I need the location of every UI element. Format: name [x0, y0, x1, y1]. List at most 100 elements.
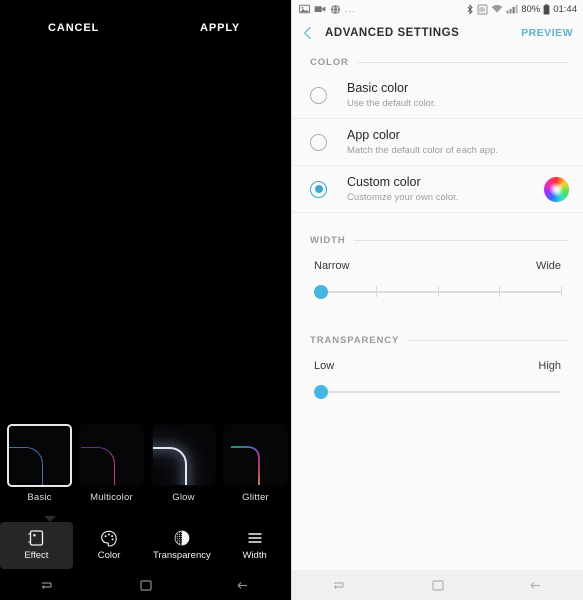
mode-label: Color	[97, 550, 121, 561]
dual-screenshot: CANCEL APPLY Basic Multicolor Glow Glitt…	[0, 0, 583, 600]
effect-thumbnail-multicolor[interactable]: Multicolor	[79, 424, 144, 503]
effect-label: Multicolor	[90, 492, 133, 503]
radio-button-custom-color[interactable]	[310, 180, 327, 198]
battery-percent-label: 80%	[521, 3, 541, 15]
wifi-icon	[491, 4, 503, 13]
advanced-settings-panel: ... 80% 01:44 ADVANCED SETTINGS PREVIEW …	[291, 0, 583, 600]
video-icon	[314, 6, 326, 12]
option-row-custom-color[interactable]: Custom color Customize your own color.	[292, 166, 583, 213]
edge-lighting-editor-panel: CANCEL APPLY Basic Multicolor Glow Glitt…	[0, 0, 291, 600]
palette-icon	[99, 529, 119, 547]
option-row-basic-color[interactable]: Basic color Use the default color.	[292, 72, 583, 119]
option-text: App color Match the default color of eac…	[347, 128, 498, 156]
thumbnail-canvas	[153, 426, 214, 485]
signal-icon	[506, 5, 518, 14]
thumbnail-image-basic[interactable]	[7, 424, 72, 487]
slider-tick	[375, 286, 377, 297]
width-slider[interactable]	[314, 285, 562, 299]
recents-icon[interactable]	[330, 577, 352, 593]
section-divider	[407, 340, 569, 341]
clock-label: 01:44	[553, 3, 577, 15]
status-bar: ... 80% 01:44	[292, 0, 583, 18]
mode-label: Transparency	[153, 550, 211, 561]
slider-tick	[499, 286, 501, 297]
system-status-icons: 80% 01:44	[466, 4, 577, 15]
width-min-label: Narrow	[314, 260, 350, 272]
effect-thumbnail-glitter[interactable]: Glitter	[223, 424, 288, 503]
section-divider	[353, 240, 569, 241]
mode-label: Width	[242, 550, 267, 561]
option-text: Basic color Use the default color.	[347, 81, 436, 109]
thumbnail-canvas	[225, 426, 286, 485]
section-header-color: COLOR	[292, 48, 583, 72]
option-subtitle: Customize your own color.	[347, 192, 459, 203]
back-arrow-icon[interactable]	[232, 577, 254, 593]
preview-button[interactable]: PREVIEW	[521, 27, 573, 39]
recents-icon[interactable]	[38, 577, 60, 593]
option-row-app-color[interactable]: App color Match the default color of eac…	[292, 119, 583, 166]
apply-button[interactable]: APPLY	[200, 22, 240, 34]
mode-button-color[interactable]: Color	[73, 522, 146, 569]
back-chevron-icon[interactable]	[300, 25, 316, 41]
width-slider-block: Narrow Wide	[292, 250, 583, 305]
transparency-slider[interactable]	[314, 385, 561, 399]
edge-curve-icon	[153, 447, 187, 485]
effect-thumbnail-glow[interactable]: Glow	[151, 424, 216, 503]
cancel-button[interactable]: CANCEL	[48, 22, 99, 34]
slider-thumb[interactable]	[314, 385, 328, 399]
slider-thumb[interactable]	[314, 285, 328, 299]
section-header-width: WIDTH	[292, 213, 583, 250]
slider-track	[314, 391, 561, 393]
edge-curve-icon	[81, 447, 115, 485]
half-filled-circle-icon	[172, 529, 192, 547]
effect-label: Glow	[172, 492, 195, 503]
mode-label: Effect	[24, 550, 49, 561]
notification-icons: ...	[299, 4, 356, 15]
bluetooth-icon	[467, 3, 473, 15]
section-title: COLOR	[310, 57, 349, 68]
option-subtitle: Match the default color of each app.	[347, 145, 499, 156]
thumbnail-image-glow[interactable]	[151, 424, 216, 487]
transparency-max-label: High	[538, 360, 561, 372]
home-square-icon[interactable]	[135, 577, 157, 593]
option-title: App color	[347, 128, 400, 142]
transparency-slider-block: Low High	[292, 350, 583, 405]
option-text: Custom color Customize your own color.	[347, 175, 458, 203]
battery-icon	[543, 3, 550, 14]
home-square-icon[interactable]	[427, 577, 449, 593]
nfc-icon	[477, 4, 488, 14]
slider-tick	[561, 286, 562, 297]
slider-tick	[437, 286, 439, 297]
effect-label: Glitter	[242, 492, 269, 503]
edge-curve-icon	[231, 446, 260, 485]
effect-thumbnail-strip: Basic Multicolor Glow Glitter	[0, 424, 291, 512]
thumbnail-image-glitter[interactable]	[223, 424, 288, 487]
editor-top-bar: CANCEL APPLY	[0, 0, 291, 62]
mode-button-width[interactable]: Width	[218, 522, 291, 569]
mode-button-transparency[interactable]: Transparency	[146, 522, 219, 569]
thumbnail-canvas	[9, 426, 70, 485]
editor-mode-toolbar: Effect Color Transparency Width	[0, 520, 291, 570]
width-slider-labels: Narrow Wide	[314, 260, 561, 272]
globe-icon	[330, 4, 341, 14]
option-subtitle: Use the default color.	[347, 98, 437, 109]
app-bar: ADVANCED SETTINGS PREVIEW	[292, 18, 583, 48]
effect-label: Basic	[27, 492, 52, 503]
mode-button-effect[interactable]: Effect	[0, 521, 73, 569]
edge-curve-icon	[9, 447, 43, 485]
radio-button-basic-color[interactable]	[310, 86, 327, 104]
edge-lighting-preview[interactable]	[0, 62, 291, 417]
section-divider	[356, 62, 569, 63]
thumbnail-image-multicolor[interactable]	[79, 424, 144, 487]
page-title: ADVANCED SETTINGS	[325, 27, 460, 39]
right-navigation-bar	[292, 570, 583, 600]
back-arrow-icon[interactable]	[524, 577, 546, 593]
thumbnail-canvas	[81, 426, 142, 485]
radio-button-app-color[interactable]	[310, 133, 327, 151]
option-title: Basic color	[347, 81, 409, 95]
transparency-min-label: Low	[314, 360, 335, 372]
notification-overflow: ...	[345, 3, 356, 15]
color-wheel-icon[interactable]	[544, 176, 569, 202]
width-max-label: Wide	[535, 260, 561, 272]
effect-thumbnail-basic[interactable]: Basic	[7, 424, 72, 503]
